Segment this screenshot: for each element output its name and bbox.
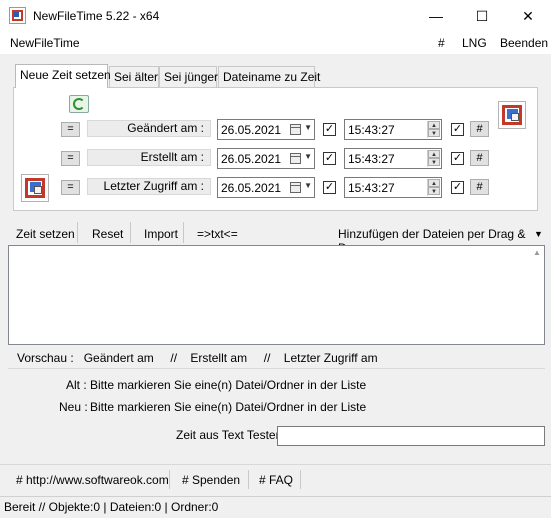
- chevron-down-icon: ▼: [304, 181, 312, 190]
- menu-exit[interactable]: Beenden: [500, 36, 548, 50]
- toolbar-separator: [77, 222, 78, 243]
- tab-filename-to-time[interactable]: Dateiname zu Zeit: [218, 66, 320, 87]
- link-faq[interactable]: # FAQ: [259, 473, 293, 487]
- tab-new-time[interactable]: Neue Zeit setzen: [15, 64, 111, 88]
- spin-up-icon[interactable]: ▲: [428, 121, 440, 129]
- linkbar-divider: [0, 464, 551, 465]
- preview-divider: [8, 368, 545, 369]
- created-label: Erstellt am :: [87, 149, 211, 166]
- time-spinner[interactable]: ▲ ▼: [427, 179, 440, 196]
- modified-date-value: 26.05.2021: [221, 123, 282, 137]
- menu-newfiletime[interactable]: NewFileTime: [10, 36, 80, 50]
- spin-up-icon[interactable]: ▲: [428, 179, 440, 187]
- accessed-date-picker[interactable]: 26.05.2021 ▼: [217, 177, 315, 198]
- txt-button[interactable]: =>txt<=: [197, 227, 238, 241]
- set-time-button[interactable]: Zeit setzen: [16, 227, 75, 241]
- preview-old-text: Bitte markieren Sie eine(n) Datei/Ordner…: [90, 378, 367, 392]
- modified-time-input[interactable]: 15:43:27 ▲ ▼: [344, 119, 442, 140]
- preview-old-label: Alt :: [66, 378, 87, 392]
- minimize-button[interactable]: —: [413, 0, 459, 32]
- created-date-picker[interactable]: 26.05.2021 ▼: [217, 148, 315, 169]
- chevron-down-icon: ▼: [304, 152, 312, 161]
- menu-hash[interactable]: #: [438, 36, 445, 50]
- text-tester-input[interactable]: [277, 426, 545, 446]
- spin-down-icon[interactable]: ▼: [428, 129, 440, 137]
- menu-language[interactable]: LNG: [462, 36, 487, 50]
- created-time-value: 15:43:27: [348, 152, 395, 166]
- accessed-checkbox[interactable]: ✓: [323, 181, 336, 194]
- accessed-time-checkbox[interactable]: ✓: [451, 181, 464, 194]
- created-time-input[interactable]: 15:43:27 ▲ ▼: [344, 148, 442, 169]
- accessed-time-value: 15:43:27: [348, 181, 395, 195]
- text-tester-label: Zeit aus Text Tester: [176, 428, 280, 442]
- calendar-icon: [290, 182, 301, 193]
- created-checkbox[interactable]: ✓: [323, 152, 336, 165]
- import-button[interactable]: Import: [144, 227, 178, 241]
- modified-checkbox[interactable]: ✓: [323, 123, 336, 136]
- spin-up-icon[interactable]: ▲: [428, 150, 440, 158]
- accessed-equal-button[interactable]: =: [61, 180, 80, 195]
- modified-equal-button[interactable]: =: [61, 122, 80, 137]
- calendar-icon: [290, 124, 301, 135]
- refresh-icon[interactable]: [69, 95, 89, 113]
- toolbar-separator: [130, 222, 131, 243]
- scroll-up-icon[interactable]: ▲: [533, 248, 541, 257]
- preview-new-text: Bitte markieren Sie eine(n) Datei/Ordner…: [90, 400, 367, 414]
- time-spinner[interactable]: ▲ ▼: [427, 121, 440, 138]
- close-button[interactable]: ✕: [505, 0, 551, 32]
- accessed-label: Letzter Zugriff am :: [87, 178, 211, 195]
- chevron-down-icon[interactable]: ▼: [534, 229, 543, 239]
- accessed-hash-button[interactable]: #: [470, 179, 489, 195]
- app-big-icon-left[interactable]: [21, 174, 49, 202]
- app-big-icon-right[interactable]: [498, 101, 526, 129]
- link-donate[interactable]: # Spenden: [182, 473, 240, 487]
- app-icon: [9, 7, 26, 24]
- accessed-date-value: 26.05.2021: [221, 181, 282, 195]
- modified-time-checkbox[interactable]: ✓: [451, 123, 464, 136]
- modified-label: Geändert am :: [87, 120, 211, 137]
- tab-older[interactable]: Sei älter: [109, 66, 159, 87]
- tab-younger[interactable]: Sei jünger: [159, 66, 218, 87]
- created-equal-button[interactable]: =: [61, 151, 80, 166]
- link-website[interactable]: # http://www.softwareok.com: [16, 473, 169, 487]
- window-title: NewFileTime 5.22 - x64: [33, 9, 160, 23]
- spin-down-icon[interactable]: ▼: [428, 187, 440, 195]
- modified-hash-button[interactable]: #: [470, 121, 489, 137]
- maximize-button[interactable]: ☐: [459, 0, 505, 32]
- status-text: Bereit // Objekte:0 | Dateien:0 | Ordner…: [4, 500, 219, 514]
- created-hash-button[interactable]: #: [470, 150, 489, 166]
- link-separator: [248, 470, 249, 489]
- spin-down-icon[interactable]: ▼: [428, 158, 440, 166]
- toolbar-separator: [183, 222, 184, 243]
- created-time-checkbox[interactable]: ✓: [451, 152, 464, 165]
- chevron-down-icon: ▼: [304, 123, 312, 132]
- list-scrollbar[interactable]: ▲: [529, 246, 544, 344]
- accessed-time-input[interactable]: 15:43:27 ▲ ▼: [344, 177, 442, 198]
- preview-header: Vorschau : Geändert am // Erstellt am //…: [17, 351, 378, 365]
- reset-button[interactable]: Reset: [92, 227, 123, 241]
- time-spinner[interactable]: ▲ ▼: [427, 150, 440, 167]
- file-list[interactable]: [8, 245, 545, 345]
- link-separator: [169, 470, 170, 489]
- link-separator: [300, 470, 301, 489]
- created-date-value: 26.05.2021: [221, 152, 282, 166]
- preview-new-label: Neu :: [59, 400, 88, 414]
- modified-time-value: 15:43:27: [348, 123, 395, 137]
- calendar-icon: [290, 153, 301, 164]
- modified-date-picker[interactable]: 26.05.2021 ▼: [217, 119, 315, 140]
